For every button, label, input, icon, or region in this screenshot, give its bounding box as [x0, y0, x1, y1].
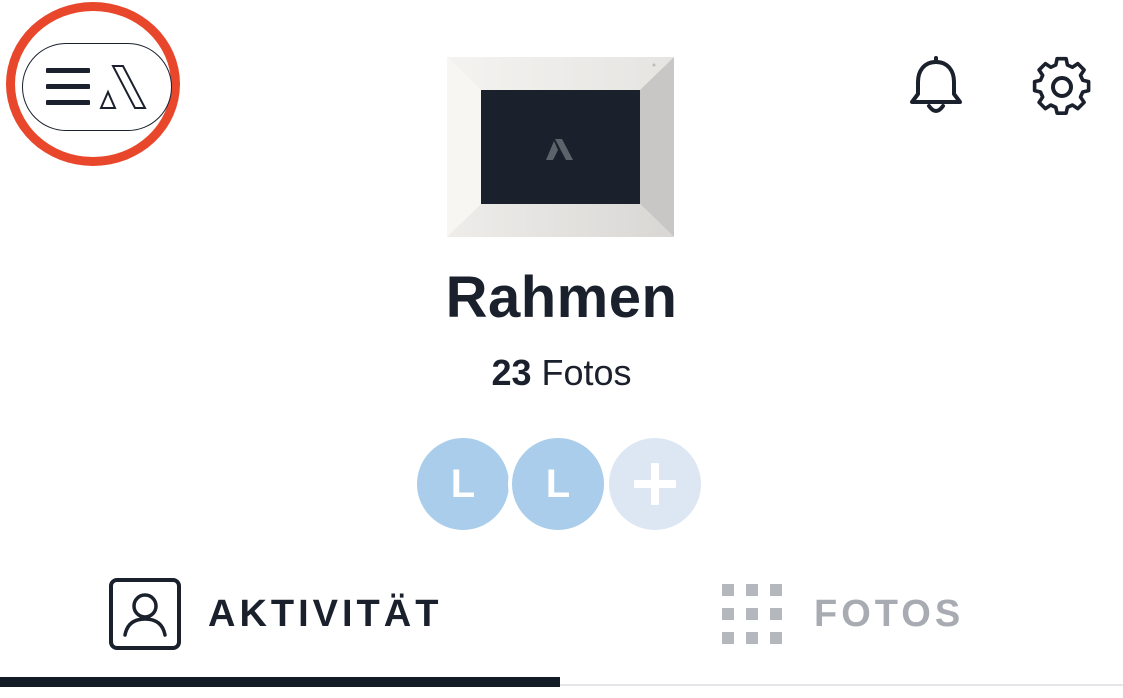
menu-button[interactable] — [22, 43, 172, 131]
tab-activity-label: AKTIVITÄT — [208, 592, 443, 635]
photo-count: 23 Fotos — [0, 352, 1123, 394]
frame-device-image — [447, 57, 674, 237]
frame-detail-screen: Rahmen 23 Fotos L L AKTIVITÄT FOTOS — [0, 0, 1123, 698]
frame-name: Rahmen — [445, 265, 678, 330]
person-icon — [109, 578, 181, 650]
tab-photos-label: FOTOS — [814, 592, 965, 635]
photo-count-number: 23 — [491, 352, 532, 393]
active-tab-indicator — [0, 677, 560, 687]
aura-logo — [99, 65, 147, 109]
bell-icon — [910, 56, 962, 113]
plus-icon — [634, 463, 676, 505]
member-avatar[interactable]: L — [508, 434, 608, 534]
add-member-button[interactable] — [605, 434, 705, 534]
photo-count-unit: Fotos — [541, 352, 632, 393]
gear-icon — [1032, 56, 1091, 115]
settings-button[interactable] — [1027, 52, 1097, 122]
tab-activity[interactable]: AKTIVITÄT — [108, 568, 442, 660]
member-avatars: L L — [413, 434, 713, 534]
hamburger-icon — [46, 68, 90, 105]
grid-icon — [722, 584, 782, 644]
tab-photos[interactable]: FOTOS — [722, 568, 964, 660]
tab-divider — [560, 684, 1123, 686]
notifications-button[interactable] — [901, 52, 971, 122]
member-avatar[interactable]: L — [413, 434, 513, 534]
